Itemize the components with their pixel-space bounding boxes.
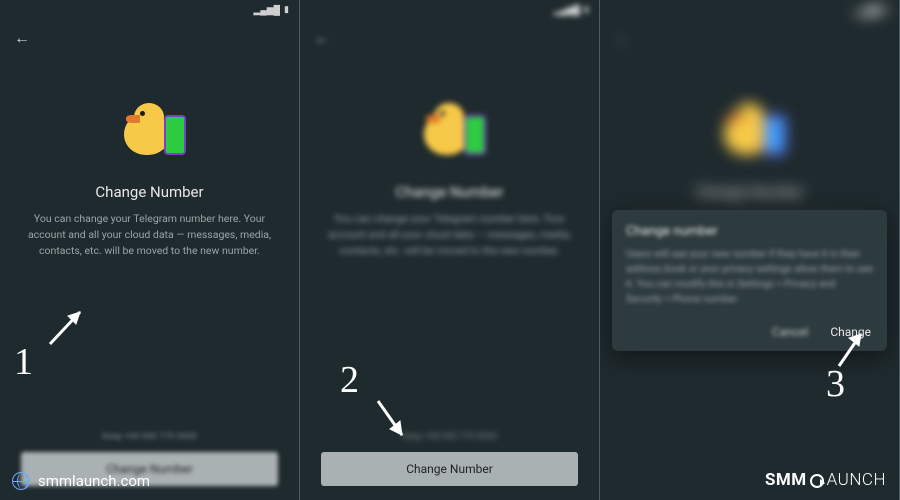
screen-title: Change Number bbox=[95, 183, 203, 201]
duck-illustration bbox=[120, 103, 180, 163]
arrow-up-icon bbox=[831, 324, 875, 378]
brand-play-icon bbox=[810, 474, 824, 488]
status-bar: ▂▄▆█ ▮ bbox=[0, 0, 299, 20]
step-number-1: 1 bbox=[14, 340, 33, 384]
battery-icon: ▮ bbox=[884, 5, 889, 15]
dialog-cancel-button[interactable]: Cancel bbox=[770, 321, 811, 343]
screen-description: You can change your Telegram number here… bbox=[0, 211, 299, 258]
panel-step-1: ▂▄▆█ ▮ ← Change Number You can change yo… bbox=[0, 0, 300, 500]
signal-icon: ▂▄▆█ bbox=[553, 5, 580, 16]
battery-icon: ▮ bbox=[584, 5, 589, 15]
dialog-body: Users will see your new number if they h… bbox=[626, 247, 873, 307]
screen-description: You can change your Telegram number here… bbox=[300, 211, 599, 258]
signal-icon: ▂▄▆█ bbox=[853, 5, 880, 16]
back-arrow-icon[interactable]: ← bbox=[14, 28, 30, 48]
tutorial-stage: ▂▄▆█ ▮ ← Change Number You can change yo… bbox=[0, 0, 900, 500]
dialog-title: Change number bbox=[626, 224, 873, 239]
brand-part-a: SMM bbox=[765, 470, 807, 490]
status-bar: ▂▄▆█ ▮ bbox=[600, 0, 899, 20]
screen-title: Change Number bbox=[695, 183, 803, 201]
back-arrow-icon[interactable]: ← bbox=[314, 28, 330, 48]
source-url: smmlaunch.com bbox=[38, 472, 150, 490]
brand-watermark: SMM AUNCH bbox=[765, 470, 886, 490]
globe-icon bbox=[12, 472, 30, 490]
brand-part-b: AUNCH bbox=[827, 470, 886, 490]
back-arrow-icon[interactable]: ← bbox=[614, 28, 630, 48]
duck-illustration bbox=[720, 103, 780, 163]
panel-step-2: ▂▄▆█ ▮ ← Change Number You can change yo… bbox=[300, 0, 600, 500]
screen-title: Change Number bbox=[395, 183, 503, 201]
panel-step-3: ▂▄▆█ ▮ ← Change Number You can change yo… bbox=[600, 0, 900, 500]
arrow-up-icon bbox=[42, 302, 92, 356]
status-bar: ▂▄▆█ ▮ bbox=[300, 0, 599, 20]
signal-icon: ▂▄▆█ bbox=[253, 5, 280, 16]
duck-illustration bbox=[420, 103, 480, 163]
arrow-down-icon bbox=[368, 395, 418, 449]
current-number-hint: Keep +00 000 770 0000 bbox=[102, 432, 197, 442]
battery-icon: ▮ bbox=[284, 5, 289, 15]
source-watermark: smmlaunch.com bbox=[12, 472, 150, 490]
change-number-button[interactable]: Change Number bbox=[321, 452, 578, 486]
step-number-2: 2 bbox=[340, 358, 359, 402]
